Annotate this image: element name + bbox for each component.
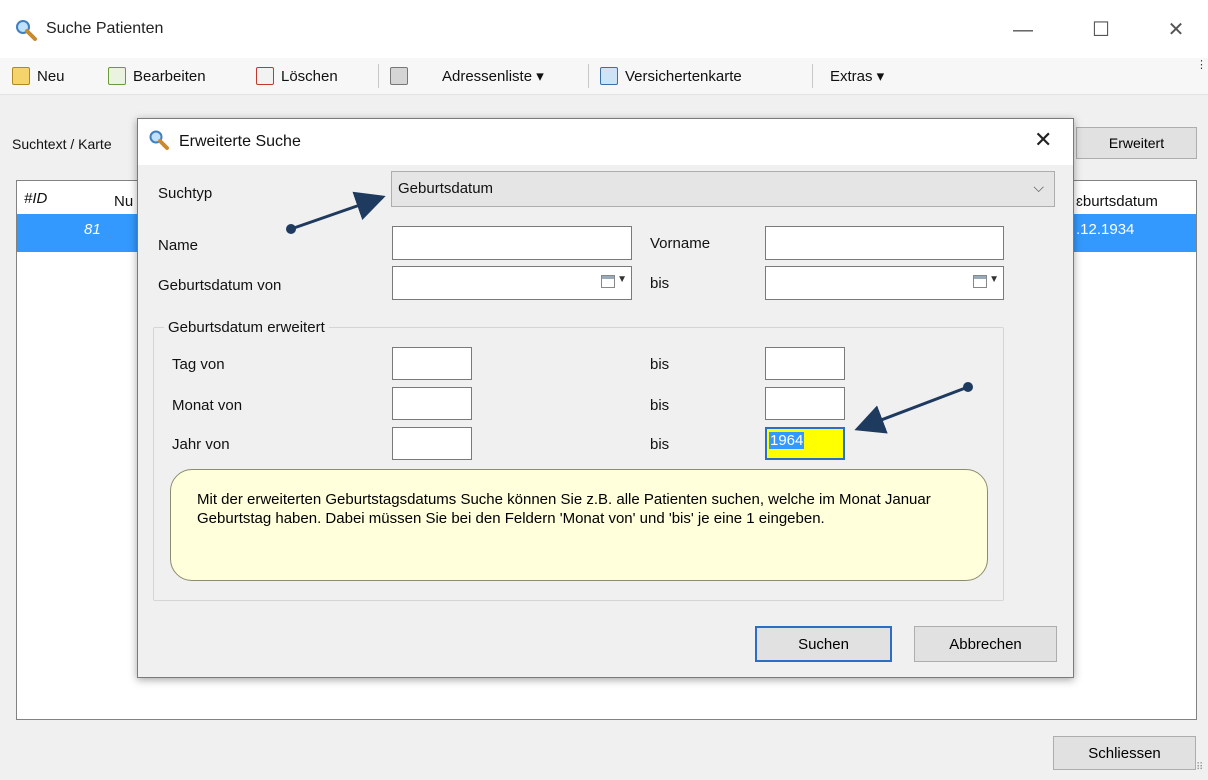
arrow-to-year-to	[854, 382, 973, 434]
arrow-to-search-type	[286, 191, 386, 234]
annotation-arrows	[286, 191, 973, 434]
